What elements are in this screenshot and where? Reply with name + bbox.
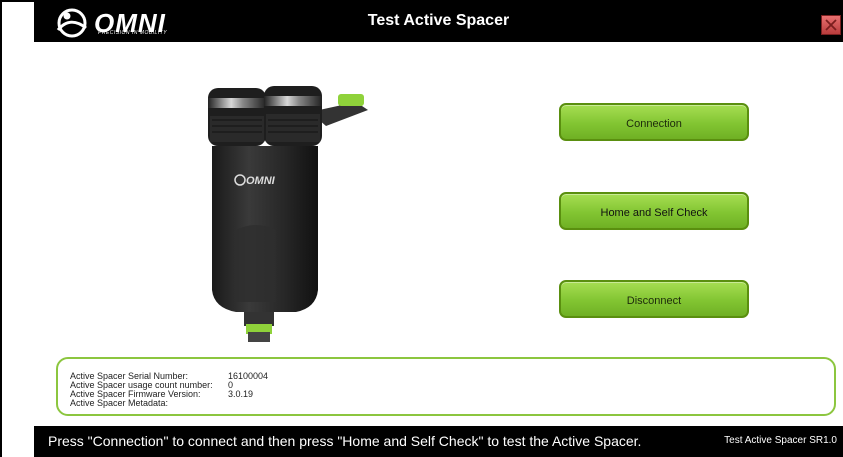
spacer-info-panel: Active Spacer Serial Number: 16100004 Ac… (56, 357, 836, 416)
status-bar: Press "Connection" to connect and then p… (34, 426, 843, 457)
version-label: Test Active Spacer SR1.0 (724, 435, 837, 446)
product-brand-text: OMNI (246, 175, 276, 187)
home-self-check-button[interactable]: Home and Self Check (559, 192, 749, 230)
close-button[interactable] (821, 15, 841, 35)
logo-tagline: PRECISION IN MOBILITY (98, 30, 168, 36)
app-window: OMNI PRECISION IN MOBILITY Test Active S… (34, 2, 843, 457)
instruction-message: Press "Connection" to connect and then p… (48, 433, 642, 449)
close-icon (825, 19, 837, 31)
window-title: Test Active Spacer (367, 12, 510, 29)
title-bar: OMNI PRECISION IN MOBILITY Test Active S… (34, 2, 843, 42)
metadata-label: Active Spacer Metadata: (70, 398, 169, 408)
outer-frame-left (0, 0, 2, 457)
disconnect-button[interactable]: Disconnect (559, 280, 749, 318)
main-content: OMNI Connection Home and Self Check Disc… (34, 42, 843, 426)
active-spacer-image: OMNI (208, 86, 368, 342)
firmware-version-value: 3.0.19 (228, 389, 254, 399)
serial-number-value: 16100004 (228, 371, 269, 381)
connection-button[interactable]: Connection (559, 103, 749, 141)
content-panel: OMNI Connection Home and Self Check Disc… (46, 44, 830, 342)
